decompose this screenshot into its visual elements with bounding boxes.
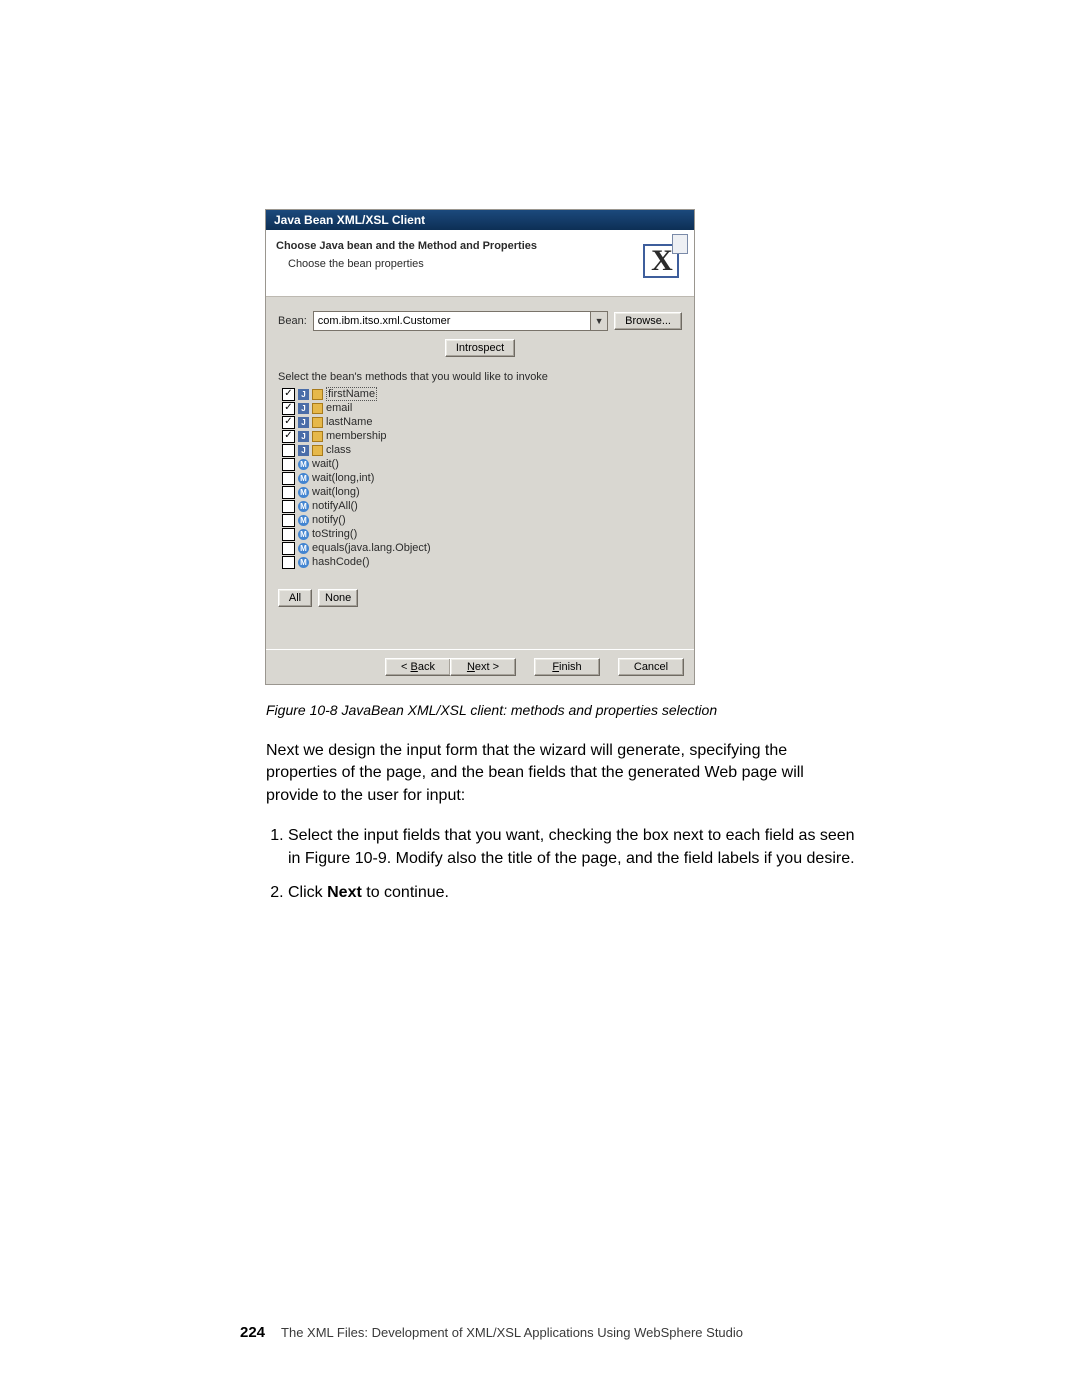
java-icon: J — [298, 389, 309, 400]
method-icon: M — [298, 543, 309, 554]
method-icon: M — [298, 529, 309, 540]
figure-caption: Figure 10-8 JavaBean XML/XSL client: met… — [266, 702, 880, 718]
method-icon: M — [298, 473, 309, 484]
java-icon: J — [298, 445, 309, 456]
tree-item-label: wait(long,int) — [312, 472, 374, 484]
tree-item[interactable]: ✓Jemail — [282, 401, 682, 415]
wizard-dialog: Java Bean XML/XSL Client Choose Java bea… — [266, 210, 694, 684]
method-icon: M — [298, 487, 309, 498]
checkbox[interactable] — [282, 542, 295, 555]
property-icon — [312, 389, 323, 400]
java-icon: J — [298, 403, 309, 414]
tree-item[interactable]: ✓JfirstName — [282, 387, 682, 401]
select-all-button[interactable]: All — [278, 589, 312, 607]
bean-input[interactable] — [314, 312, 590, 330]
step-1: Select the input fields that you want, c… — [288, 825, 858, 870]
select-methods-label: Select the bean's methods that you would… — [278, 371, 682, 383]
tree-item[interactable]: MnotifyAll() — [282, 499, 682, 513]
tree-item-label: wait() — [312, 458, 339, 470]
cancel-button[interactable]: Cancel — [618, 658, 684, 676]
tree-item[interactable]: ✓Jmembership — [282, 429, 682, 443]
page-number: 224 — [240, 1324, 265, 1341]
footer-text: The XML Files: Development of XML/XSL Ap… — [281, 1325, 743, 1340]
tree-item-label: notify() — [312, 514, 346, 526]
banner-subtext: Choose the bean properties — [288, 256, 537, 274]
checkbox[interactable]: ✓ — [282, 402, 295, 415]
steps-list: Select the input fields that you want, c… — [240, 825, 858, 904]
tree-item[interactable]: Mnotify() — [282, 513, 682, 527]
checkbox[interactable] — [282, 458, 295, 471]
step-2: Click Next to continue. — [288, 882, 858, 904]
page-footer: 224 The XML Files: Development of XML/XS… — [0, 1324, 1080, 1341]
checkbox[interactable] — [282, 528, 295, 541]
checkbox[interactable] — [282, 472, 295, 485]
tree-item[interactable]: Jclass — [282, 443, 682, 457]
next-button[interactable]: Next > — [450, 658, 516, 676]
tree-item[interactable]: MtoString() — [282, 527, 682, 541]
tree-item-label: wait(long) — [312, 486, 360, 498]
tree-item-label: toString() — [312, 528, 357, 540]
browse-button[interactable]: Browse... — [614, 312, 682, 330]
property-icon — [312, 417, 323, 428]
methods-tree[interactable]: ✓JfirstName✓Jemail✓JlastName✓Jmembership… — [278, 387, 682, 569]
checkbox[interactable] — [282, 486, 295, 499]
body-paragraph: Next we design the input form that the w… — [266, 740, 836, 807]
property-icon — [312, 403, 323, 414]
method-icon: M — [298, 501, 309, 512]
finish-button[interactable]: Finish — [534, 658, 600, 676]
tree-item[interactable]: Mwait(long) — [282, 485, 682, 499]
property-icon — [312, 431, 323, 442]
select-none-button[interactable]: None — [318, 589, 358, 607]
wizard-button-bar: < Back Next > Finish Cancel — [266, 649, 694, 684]
chevron-down-icon[interactable]: ▼ — [590, 312, 607, 330]
wizard-banner: Choose Java bean and the Method and Prop… — [266, 230, 694, 297]
checkbox[interactable] — [282, 556, 295, 569]
java-icon: J — [298, 417, 309, 428]
checkbox[interactable]: ✓ — [282, 430, 295, 443]
tree-item-label: lastName — [326, 416, 372, 428]
banner-heading: Choose Java bean and the Method and Prop… — [276, 238, 537, 256]
checkbox[interactable]: ✓ — [282, 388, 295, 401]
method-icon: M — [298, 557, 309, 568]
tree-item-label: notifyAll() — [312, 500, 358, 512]
tree-item[interactable]: MhashCode() — [282, 555, 682, 569]
tree-item[interactable]: Mequals(java.lang.Object) — [282, 541, 682, 555]
method-icon: M — [298, 515, 309, 526]
tree-item[interactable]: Mwait() — [282, 457, 682, 471]
tree-item-label: hashCode() — [312, 556, 369, 568]
tree-item-label: email — [326, 402, 352, 414]
back-button[interactable]: < Back — [385, 658, 451, 676]
bean-combobox[interactable]: ▼ — [313, 311, 608, 331]
java-icon: J — [298, 431, 309, 442]
bean-label: Bean: — [278, 315, 307, 327]
checkbox[interactable] — [282, 500, 295, 513]
checkbox[interactable]: ✓ — [282, 416, 295, 429]
titlebar: Java Bean XML/XSL Client — [266, 210, 694, 230]
tree-item-label: firstName — [326, 387, 377, 401]
method-icon: M — [298, 459, 309, 470]
introspect-button[interactable]: Introspect — [445, 339, 515, 357]
property-icon — [312, 445, 323, 456]
tree-item-label: class — [326, 444, 351, 456]
tree-item-label: membership — [326, 430, 387, 442]
tree-item[interactable]: Mwait(long,int) — [282, 471, 682, 485]
tree-item-label: equals(java.lang.Object) — [312, 542, 431, 554]
checkbox[interactable] — [282, 444, 295, 457]
checkbox[interactable] — [282, 514, 295, 527]
xml-wizard-icon: X — [638, 238, 684, 284]
tree-item[interactable]: ✓JlastName — [282, 415, 682, 429]
